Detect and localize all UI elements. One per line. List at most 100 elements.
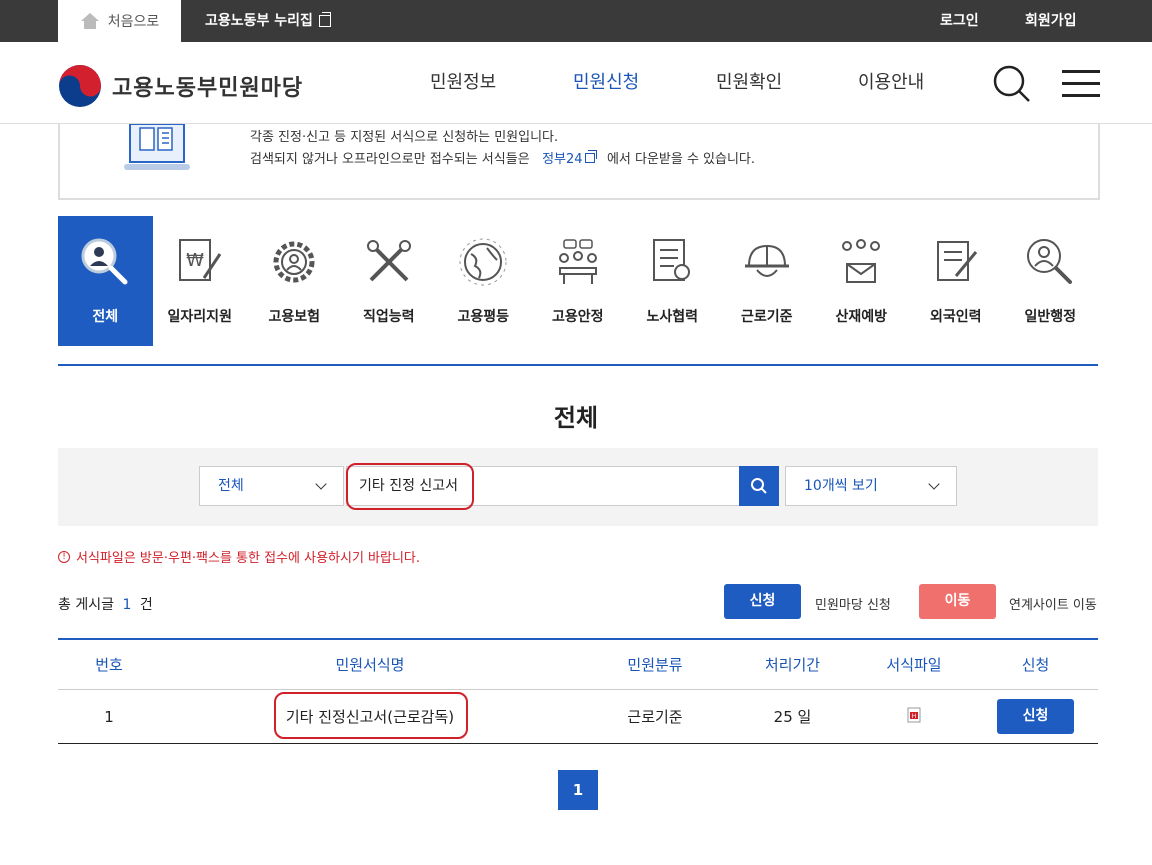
external-link-icon [318, 12, 331, 27]
search-icon[interactable] [992, 64, 1032, 104]
row-apply-button[interactable]: 신청 [997, 699, 1074, 734]
category-label: 노사협력 [646, 309, 699, 325]
table-header: 번호 민원서식명 민원분류 처리기간 서식파일 신청 [58, 640, 1098, 690]
svg-text:₩: ₩ [186, 250, 204, 271]
gov24-link[interactable]: 정부24 [534, 150, 603, 167]
page-size-select[interactable]: 10개씩 보기 [785, 466, 957, 506]
search-icon [751, 478, 767, 494]
top-bar: 처음으로 고용노동부 누리집 로그인 회원가입 [0, 0, 1152, 42]
people-mail-icon [842, 239, 881, 283]
nav-apply[interactable]: 민원신청 [573, 42, 639, 124]
section-divider [58, 364, 1098, 366]
category-label: 산재예방 [835, 309, 888, 325]
category-job-support[interactable]: ₩ 일자리지원 [153, 216, 248, 346]
header-file: 서식파일 [886, 656, 942, 674]
header-category: 민원분류 [627, 656, 683, 674]
chevron-down-icon [928, 478, 940, 490]
category-select-value: 전체 [218, 478, 244, 494]
logo-text: 고용노동부민원마당 [112, 76, 304, 101]
info-line-2-after: 에서 다운받을 수 있습니다. [606, 152, 756, 167]
row-period: 25 일 [773, 708, 812, 726]
page-current[interactable]: 1 [558, 770, 598, 810]
header-period: 처리기간 [764, 656, 821, 674]
home-label: 처음으로 [107, 14, 160, 30]
won-document-icon: ₩ [178, 239, 221, 281]
gov24-label: 정부24 [542, 152, 583, 167]
row-category: 근로기준 [627, 708, 683, 726]
monitor-form-icon [124, 124, 190, 170]
search-submit-button[interactable] [739, 466, 779, 506]
category-label: 고용안정 [551, 309, 604, 325]
row-file: H [855, 707, 973, 727]
header-apply: 신청 [1021, 656, 1050, 674]
header-no: 번호 [95, 656, 123, 674]
report-icon [653, 239, 691, 281]
meeting-icon [558, 239, 597, 284]
category-labor-standards[interactable]: 근로기준 [720, 216, 815, 346]
nav-check[interactable]: 민원확인 [716, 42, 782, 124]
category-general-admin[interactable]: 일반행정 [1003, 216, 1098, 346]
category-labor-cooperation[interactable]: 노사협력 [625, 216, 720, 346]
hwp-file-icon[interactable]: H [906, 707, 922, 723]
taegeuk-logo-icon [59, 65, 101, 107]
notice-text: 서식파일은 방문·우편·팩스를 통한 접수에 사용하시기 바랍니다. [76, 551, 421, 566]
globe-icon [459, 238, 507, 286]
join-link[interactable]: 회원가입 [1025, 0, 1077, 42]
site-header: 고용노동부민원마당 민원정보 민원신청 민원확인 이용안내 [0, 42, 1152, 124]
tools-icon [366, 240, 411, 282]
info-line-1: 각종 진정·신고 등 지정된 서식으로 신청하는 민원입니다. [250, 130, 559, 145]
category-label: 고용평등 [457, 309, 510, 325]
info-line-2: 검색되지 않거나 오프라인으로만 접수되는 서식들은 정부24 에서 다운받을 … [250, 148, 755, 167]
info-circle-icon: ! [58, 550, 70, 563]
helmet-icon [744, 244, 789, 277]
category-select[interactable]: 전체 [199, 466, 344, 506]
ministry-site-link[interactable]: 고용노동부 누리집 [205, 0, 331, 42]
page-size-select-value: 10개씩 보기 [804, 478, 878, 494]
category-label: 일자리지원 [167, 309, 232, 325]
document-pen-icon [936, 241, 977, 281]
page-title: 전체 [553, 404, 599, 432]
site-logo[interactable]: 고용노동부민원마당 [58, 64, 303, 108]
category-tabs: 전체 ₩ 일자리지원 고용보험 직업능력 고용평등 고용안정 노사협력 근로기준… [58, 216, 1098, 346]
nav-guide[interactable]: 이용안내 [858, 42, 924, 124]
legend-move-text: 연계사이트 이동 [1009, 598, 1097, 613]
external-link-icon [584, 150, 597, 163]
category-label: 일반행정 [1024, 309, 1077, 325]
login-link[interactable]: 로그인 [940, 0, 979, 42]
category-employment-equality[interactable]: 고용평등 [436, 216, 531, 346]
info-line-2-before: 검색되지 않거나 오프라인으로만 접수되는 서식들은 [250, 152, 530, 167]
table-row: 1 기타 진정신고서(근로감독) 근로기준 25 일 H 신청 [58, 690, 1098, 744]
search-panel: 전체 기타 진정 신고서 10개씩 보기 [58, 448, 1098, 526]
home-link[interactable]: 처음으로 [58, 0, 181, 42]
nav-info[interactable]: 민원정보 [430, 42, 496, 124]
ministry-site-label: 고용노동부 누리집 [205, 13, 313, 29]
total-count: 총 게시글 1 건 [58, 594, 153, 614]
total-count-value: 1 [122, 597, 132, 613]
legend-move-badge: 이동 [919, 584, 996, 619]
chevron-down-icon [315, 478, 327, 490]
notice-message: ! 서식파일은 방문·우편·팩스를 통한 접수에 사용하시기 바랍니다. [58, 547, 420, 566]
svg-text:H: H [912, 713, 917, 720]
civil-forms-table: 번호 민원서식명 민원분류 처리기간 서식파일 신청 1 기타 진정신고서(근로… [58, 638, 1098, 744]
magnifier-person-icon [1027, 239, 1073, 284]
category-accident-prevention[interactable]: 산재예방 [814, 216, 909, 346]
menu-icon[interactable] [1062, 70, 1100, 98]
info-box: 각종 진정·신고 등 지정된 서식으로 신청하는 민원입니다. 검색되지 않거나… [58, 124, 1100, 200]
gear-person-icon [273, 241, 315, 283]
header-form-name: 민원서식명 [335, 656, 405, 674]
category-label: 근로기준 [740, 309, 793, 325]
category-foreign-workforce[interactable]: 외국인력 [909, 216, 1004, 346]
home-icon [80, 13, 99, 29]
row-no: 1 [104, 707, 114, 726]
result-highlight-box [274, 692, 468, 739]
magnifier-person-icon [81, 238, 128, 285]
category-all[interactable]: 전체 [58, 216, 153, 346]
category-employment-insurance[interactable]: 고용보험 [247, 216, 342, 346]
total-prefix: 총 게시글 [58, 597, 114, 613]
legend-apply-text: 민원마당 신청 [815, 598, 891, 613]
total-suffix: 건 [139, 597, 153, 613]
category-job-skills[interactable]: 직업능력 [342, 216, 437, 346]
category-employment-stability[interactable]: 고용안정 [531, 216, 626, 346]
legend-apply-badge: 신청 [724, 584, 801, 619]
category-label: 외국인력 [929, 309, 982, 325]
